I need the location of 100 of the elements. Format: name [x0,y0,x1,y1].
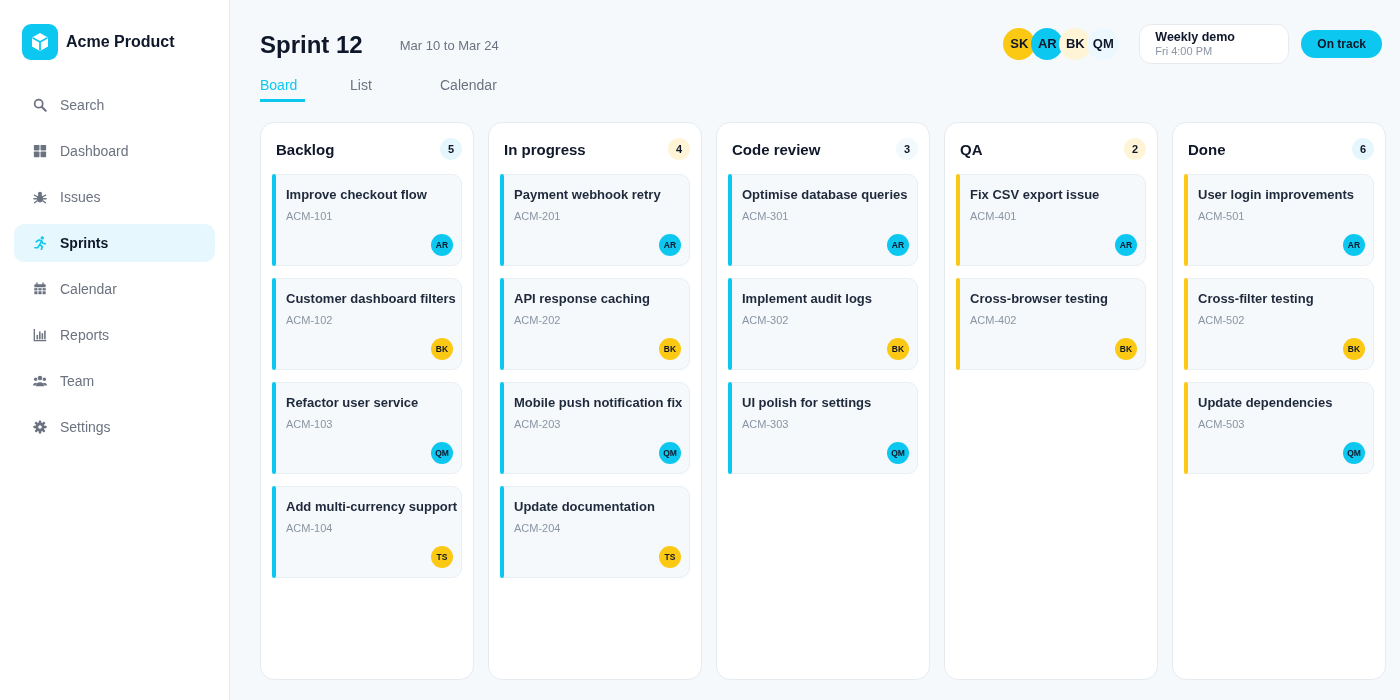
assignee-avatar: AR [1343,234,1365,256]
task-card[interactable]: API response caching ACM-202 BK [503,278,690,370]
card-count: 4 [668,138,690,160]
sprint-dates: Mar 10 to Mar 24 [399,37,499,56]
task-card[interactable]: Update dependencies ACM-503 QM [1187,382,1374,474]
task-title: Cross-browser testing [970,290,1109,308]
task-title: Customer dashboard filters [286,290,453,308]
task-id: ACM-102 [286,313,334,327]
task-card[interactable]: Add multi-currency support ACM-104 TS [275,486,462,578]
task-id: ACM-401 [970,209,1018,223]
assignee-avatar: AR [659,234,681,256]
event-card[interactable]: Weekly demo Fri 4:00 PM [1139,24,1290,64]
grid-icon [33,144,47,158]
nav-item[interactable]: Dashboard [14,132,215,170]
assignee-avatar: BK [659,338,681,360]
event-time: Fri 4:00 PM [1155,44,1214,59]
bug-icon [33,190,47,204]
task-id: ACM-501 [1198,209,1246,223]
nav-item[interactable]: Search [14,86,215,124]
task-card[interactable]: UI polish for settings ACM-303 QM [731,382,918,474]
nav-item[interactable]: Reports [14,316,215,354]
task-title: Refactor user service [286,394,420,412]
task-card[interactable]: Cross-browser testing ACM-402 BK [959,278,1146,370]
assignee-avatar: QM [659,442,681,464]
task-card[interactable]: Mobile push notification fix ACM-203 QM [503,382,690,474]
bar-chart-icon [33,328,47,342]
search-icon [33,98,47,112]
card-count: 2 [1124,138,1146,160]
task-card[interactable]: Refactor user service ACM-103 QM [275,382,462,474]
task-card[interactable]: Customer dashboard filters ACM-102 BK [275,278,462,370]
nav-item[interactable]: Issues [14,178,215,216]
task-title: Mobile push notification fix [514,394,681,412]
users-icon [33,374,47,388]
assignee-avatar: TS [431,546,453,568]
task-id: ACM-303 [742,417,790,431]
assignee-avatar: TS [659,546,681,568]
view-tab[interactable]: List [350,76,380,102]
logo-icon [22,24,58,60]
column-title: Done [1188,139,1226,160]
view-tab[interactable]: Calendar [440,76,505,102]
task-title: Payment webhook retry [514,186,662,204]
task-card[interactable]: User login improvements ACM-501 AR [1187,174,1374,266]
assignee-avatar: QM [1343,442,1365,464]
nav-item[interactable]: Team [14,362,215,400]
column-title: QA [960,139,983,160]
task-id: ACM-503 [1198,417,1246,431]
status-badge: On track [1301,30,1382,58]
assignee-avatar: BK [431,338,453,360]
assignee-avatar: BK [887,338,909,360]
card-count: 5 [440,138,462,160]
runner-icon [33,236,47,250]
task-card[interactable]: Improve checkout flow ACM-101 AR [275,174,462,266]
task-title: Update dependencies [1198,394,1334,412]
task-title: Cross-filter testing [1198,290,1315,308]
assignee-avatar: BK [1343,338,1365,360]
column-title: Code review [732,139,821,160]
task-id: ACM-402 [970,313,1018,327]
task-card[interactable]: Implement audit logs ACM-302 BK [731,278,918,370]
assignee-avatar: QM [887,442,909,464]
task-title: User login improvements [1198,186,1356,204]
task-id: ACM-203 [514,417,562,431]
task-title: Update documentation [514,498,656,516]
nav-item[interactable]: Calendar [14,270,215,308]
assignee-avatar: QM [431,442,453,464]
task-title: Implement audit logs [742,290,873,308]
task-id: ACM-202 [514,313,562,327]
task-id: ACM-204 [514,521,562,535]
task-id: ACM-103 [286,417,334,431]
task-id: ACM-302 [742,313,790,327]
task-card[interactable]: Payment webhook retry ACM-201 AR [503,174,690,266]
assignee-avatar: BK [1115,338,1137,360]
task-card[interactable]: Update documentation ACM-204 TS [503,486,690,578]
task-title: Optimise database queries [742,186,909,204]
brand-name: Acme Product [66,32,175,52]
task-id: ACM-502 [1198,313,1246,327]
event-title: Weekly demo [1155,29,1236,45]
task-title: Improve checkout flow [286,186,428,204]
card-count: 3 [896,138,918,160]
task-card[interactable]: Optimise database queries ACM-301 AR [731,174,918,266]
task-id: ACM-104 [286,521,334,535]
column-title: In progress [504,139,586,160]
task-title: Fix CSV export issue [970,186,1101,204]
page-title: Sprint 12 [260,31,363,60]
member-avatar[interactable]: QM [1087,28,1120,60]
task-id: ACM-201 [514,209,562,223]
task-id: ACM-301 [742,209,790,223]
assignee-avatar: AR [887,234,909,256]
assignee-avatar: AR [431,234,453,256]
task-title: UI polish for settings [742,394,873,412]
task-card[interactable]: Cross-filter testing ACM-502 BK [1187,278,1374,370]
settings-icon [33,420,47,434]
nav-item[interactable]: Settings [14,408,215,446]
calendar-icon [33,282,47,296]
task-card[interactable]: Fix CSV export issue ACM-401 AR [959,174,1146,266]
nav-item[interactable]: Sprints [14,224,215,262]
card-count: 6 [1352,138,1374,160]
column-title: Backlog [276,139,335,160]
assignee-avatar: AR [1115,234,1137,256]
task-title: API response caching [514,290,651,308]
task-id: ACM-101 [286,209,334,223]
